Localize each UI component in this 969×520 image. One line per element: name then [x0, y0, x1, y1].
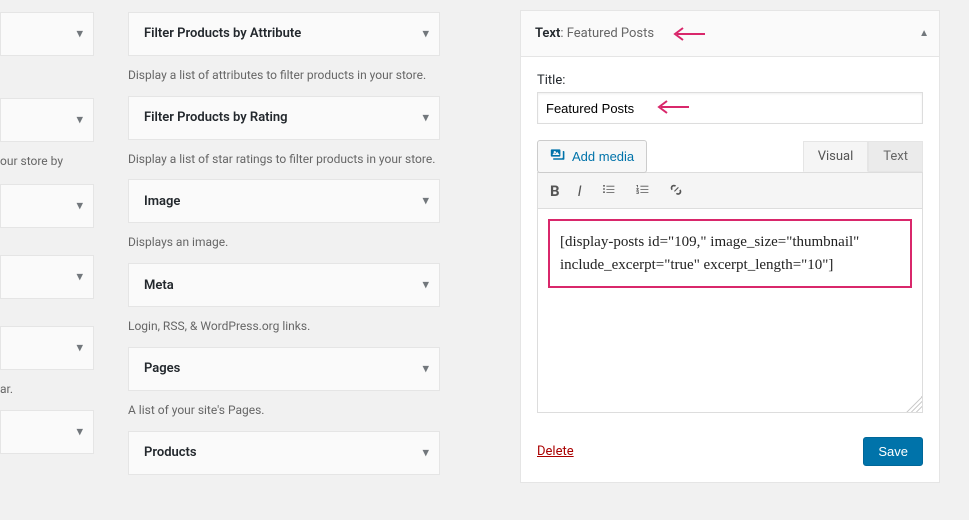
widget-desc-truncated [0, 236, 94, 255]
widget-desc-truncated [0, 64, 94, 98]
widget-desc [128, 0, 440, 12]
widget-item-truncated[interactable]: ▾ [0, 98, 94, 142]
widget-item-truncated[interactable]: ▾ [0, 255, 94, 299]
chevron-down-icon: ▾ [76, 269, 83, 284]
widget-desc: Display a list of attributes to filter p… [128, 64, 440, 96]
chevron-down-icon: ▾ [422, 361, 429, 376]
chevron-down-icon: ▾ [422, 194, 429, 209]
widget-products[interactable]: Products ▾ [128, 431, 440, 475]
widget-desc-truncated [0, 307, 94, 326]
editor-content-area[interactable]: [display-posts id="109," image_size="thu… [537, 208, 923, 413]
chevron-down-icon: ▾ [76, 424, 83, 439]
widget-title: Filter Products by Attribute [144, 26, 301, 41]
widget-desc-truncated: ar. [0, 378, 94, 410]
widget-pages[interactable]: Pages ▾ [128, 347, 440, 391]
delete-link[interactable]: Delete [537, 444, 574, 459]
add-media-button[interactable]: Add media [537, 140, 647, 173]
widget-filter-attribute[interactable]: Filter Products by Attribute ▾ [128, 12, 440, 56]
chevron-down-icon: ▾ [76, 26, 83, 41]
widget-panel-header[interactable]: Text: Featured Posts ▲ [520, 10, 940, 56]
tab-visual[interactable]: Visual [803, 141, 869, 172]
annotation-arrow-icon [671, 23, 705, 47]
widget-item-truncated[interactable]: ▾ [0, 326, 94, 370]
annotation-arrow-icon [655, 99, 689, 119]
widget-title: Image [144, 194, 180, 209]
add-media-label: Add media [572, 149, 634, 164]
chevron-down-icon: ▾ [76, 112, 83, 127]
widget-desc: Login, RSS, & WordPress.org links. [128, 315, 440, 347]
widget-title: Pages [144, 361, 180, 376]
widget-panel-body: Title: Add media Visual Text [520, 56, 940, 483]
italic-button[interactable]: I [578, 182, 582, 200]
bold-button[interactable]: B [550, 182, 560, 200]
widget-desc: A list of your site's Pages. [128, 399, 440, 431]
widget-image[interactable]: Image ▾ [128, 179, 440, 223]
widget-title: Products [144, 445, 197, 460]
widget-item-truncated[interactable]: ▾ [0, 184, 94, 228]
triangle-up-icon: ▲ [919, 28, 929, 39]
widget-title: Filter Products by Rating [144, 110, 288, 125]
chevron-down-icon: ▾ [422, 445, 429, 460]
title-input[interactable] [537, 92, 923, 124]
widget-desc: Displays an image. [128, 231, 440, 263]
chevron-down-icon: ▾ [76, 198, 83, 213]
widget-title: Meta [144, 278, 174, 293]
save-button[interactable]: Save [863, 437, 923, 466]
widget-desc-truncated: our store by [0, 150, 94, 184]
tab-text[interactable]: Text [868, 141, 923, 172]
widget-item-truncated[interactable]: ▾ [0, 12, 94, 56]
panel-header-type: Text [535, 26, 560, 41]
bullet-list-button[interactable] [600, 181, 616, 201]
annotation-highlight: [display-posts id="109," image_size="thu… [548, 219, 912, 288]
widget-desc-truncated: A list or dropdown of categories. [0, 0, 94, 12]
editor-toolbar: B I [537, 172, 923, 208]
widget-desc: Display a list of star ratings to filter… [128, 148, 440, 180]
panel-header-title: : Featured Posts [560, 26, 654, 41]
shortcode-text: [display-posts id="109," image_size="thu… [560, 234, 859, 273]
resize-handle[interactable] [906, 396, 922, 412]
title-label: Title: [537, 73, 923, 88]
chevron-down-icon: ▾ [76, 340, 83, 355]
chevron-down-icon: ▾ [422, 278, 429, 293]
chevron-down-icon: ▾ [422, 110, 429, 125]
media-icon [550, 147, 566, 166]
widget-meta[interactable]: Meta ▾ [128, 263, 440, 307]
link-button[interactable] [668, 181, 684, 201]
chevron-down-icon: ▾ [422, 26, 429, 41]
widget-filter-rating[interactable]: Filter Products by Rating ▾ [128, 96, 440, 140]
widget-item-truncated[interactable]: ▾ [0, 410, 94, 454]
numbered-list-button[interactable] [634, 181, 650, 201]
